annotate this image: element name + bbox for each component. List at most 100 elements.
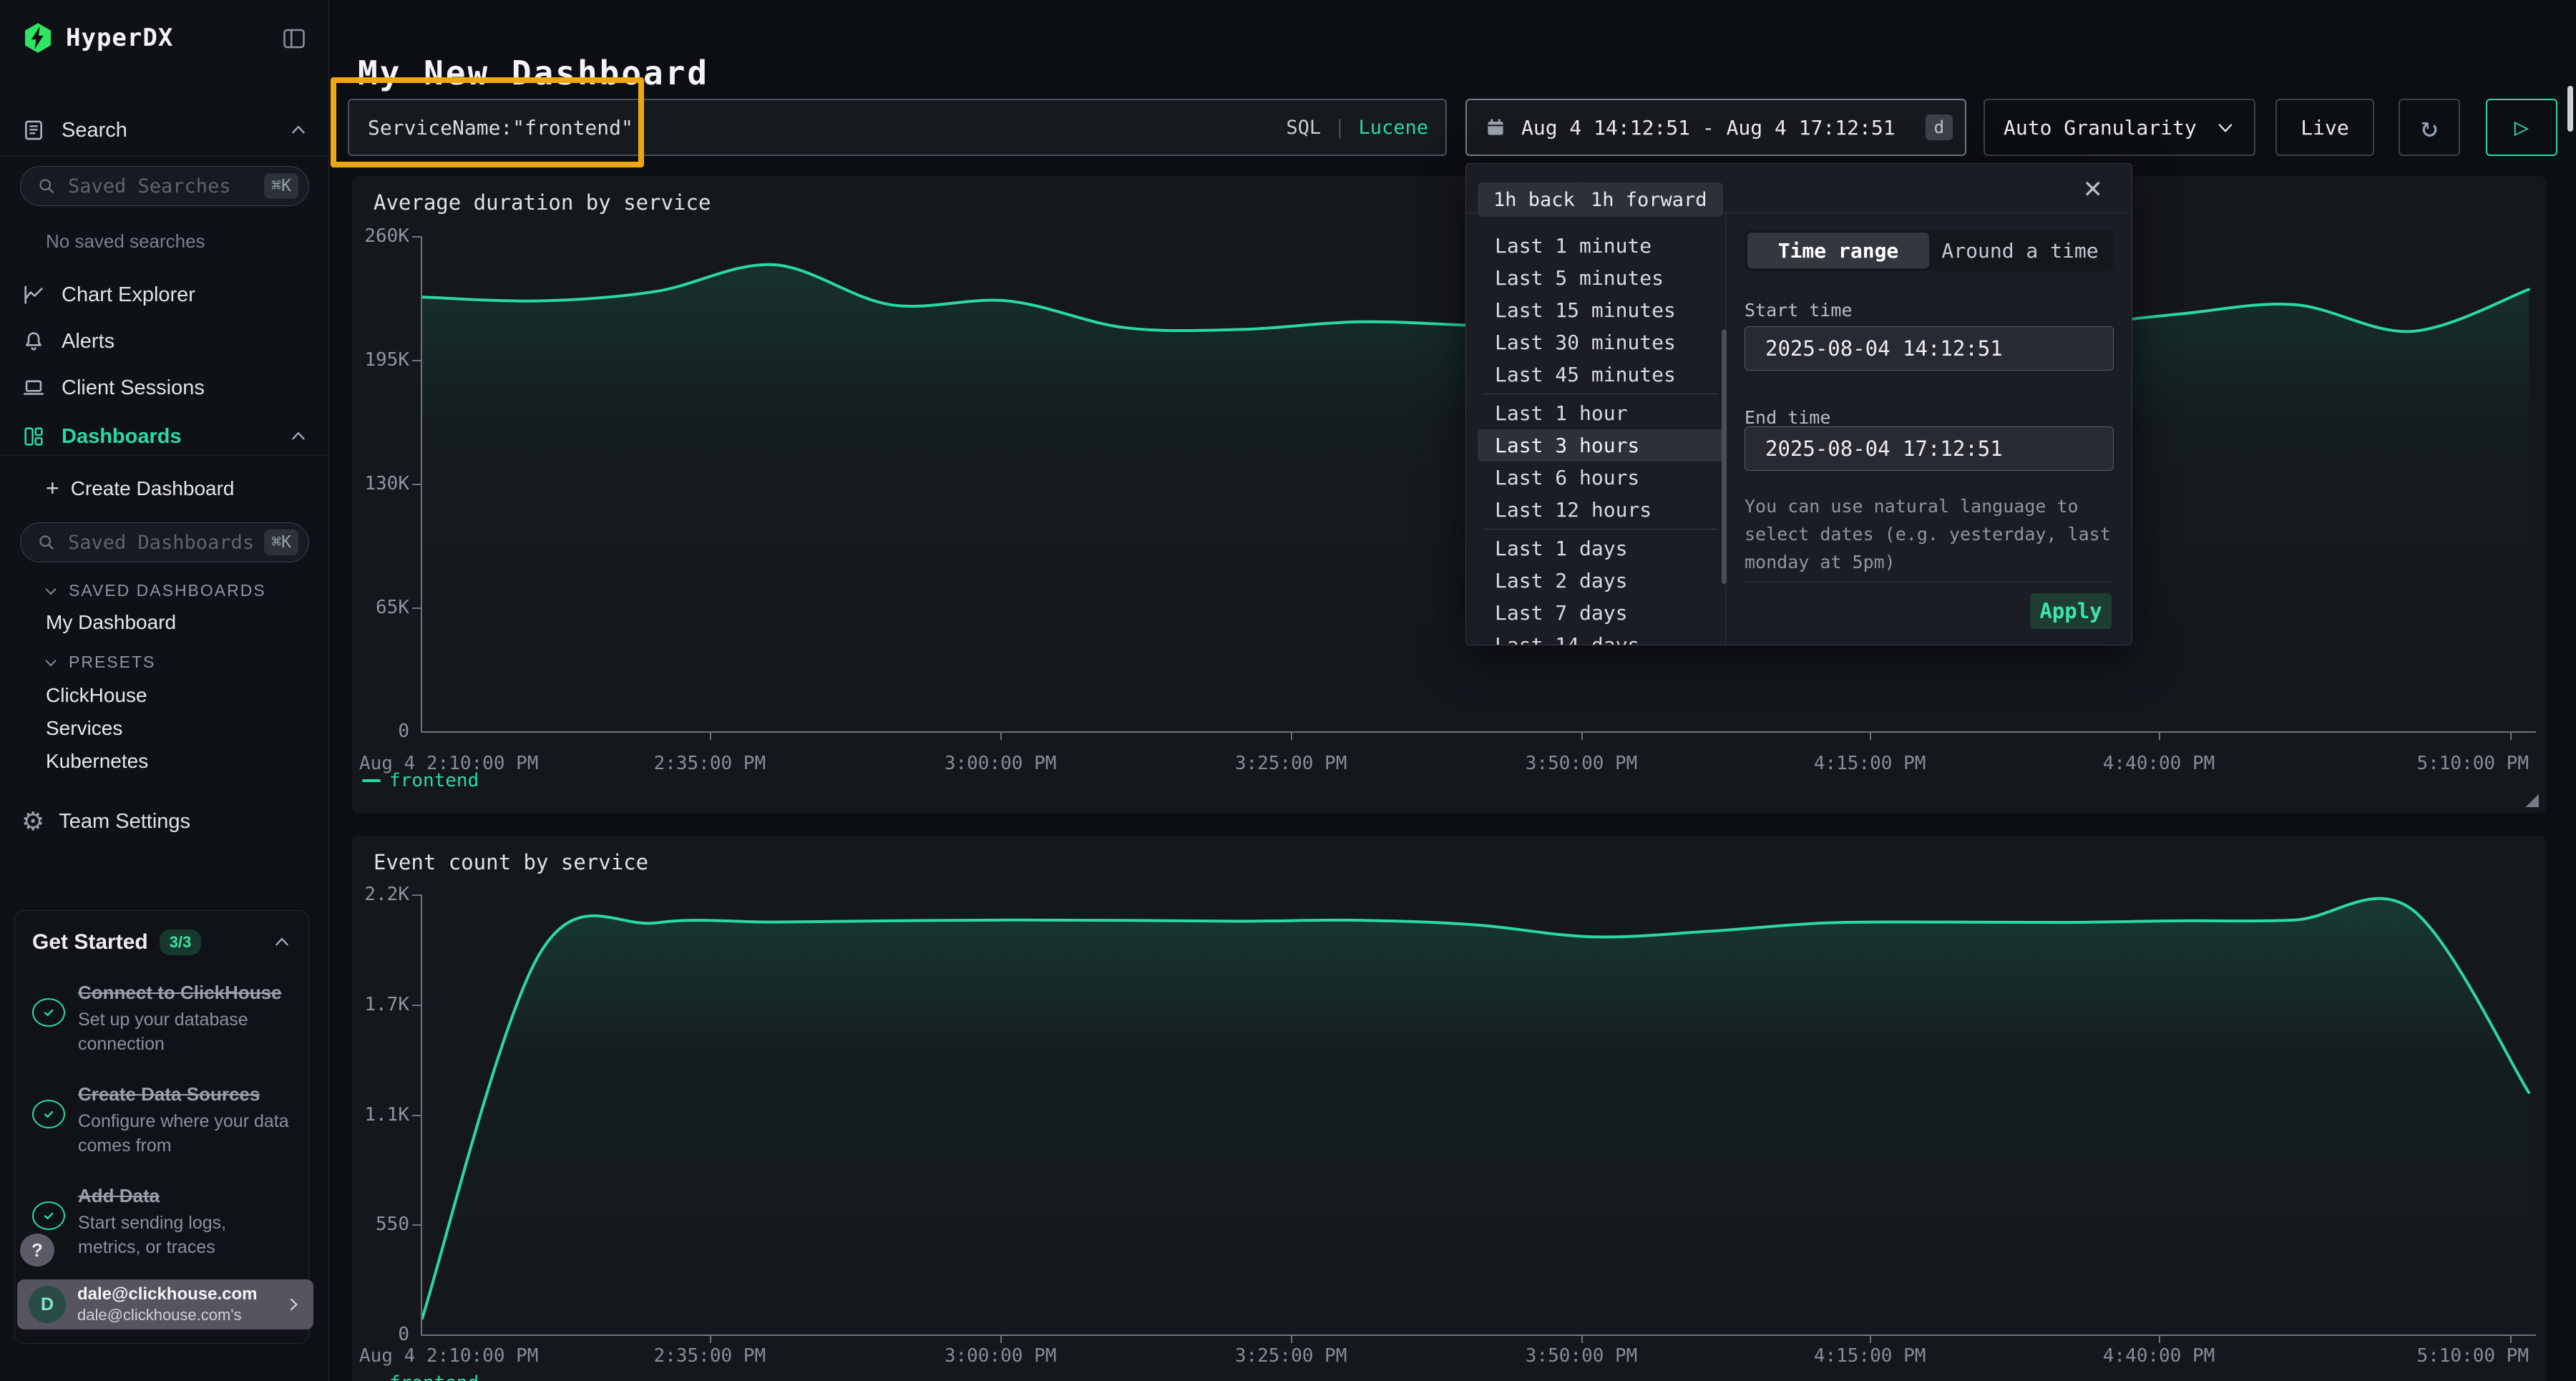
- help-button[interactable]: ?: [20, 1234, 54, 1267]
- group-header-presets[interactable]: PRESETS: [43, 653, 155, 672]
- group-header-label: SAVED DASHBOARDS: [69, 581, 266, 600]
- live-label: Live: [2301, 116, 2348, 140]
- laptop-icon: [21, 376, 46, 400]
- chart-explorer-icon: [21, 283, 46, 307]
- y-tick-label: 195K: [364, 349, 409, 371]
- x-tick-label: 5:10:00 PM: [2416, 1345, 2529, 1367]
- list-scrollbar-thumb[interactable]: [1722, 329, 1727, 584]
- time-preset-option[interactable]: Last 5 minutes: [1478, 262, 1724, 294]
- time-preset-option[interactable]: Last 14 days: [1478, 629, 1724, 645]
- x-tick-label: 2:35:00 PM: [654, 1345, 766, 1367]
- sidebar-item-client-sessions[interactable]: Client Sessions: [21, 371, 308, 405]
- hyperdx-logo-icon: [21, 21, 54, 54]
- refresh-button[interactable]: ↻: [2399, 99, 2460, 156]
- lucene-toggle[interactable]: Lucene: [1358, 117, 1428, 139]
- sidebar-item-services[interactable]: Services: [46, 717, 122, 740]
- chart-legend[interactable]: frontend: [362, 1372, 479, 1381]
- x-tick-label: 3:50:00 PM: [1526, 1345, 1638, 1367]
- tab-around-a-time[interactable]: Around a time: [1929, 233, 2111, 268]
- start-time-input[interactable]: [1745, 326, 2114, 371]
- get-started-title: Get Started: [32, 930, 148, 955]
- sql-toggle[interactable]: SQL: [1286, 117, 1321, 139]
- time-preset-option[interactable]: Last 15 minutes: [1478, 294, 1724, 326]
- sidebar-item-label: Search: [62, 119, 127, 142]
- panel-resize-grip[interactable]: ◢: [2526, 791, 2539, 809]
- get-started-item[interactable]: Create Data Sources Configure where your…: [32, 1081, 291, 1158]
- tab-time-range[interactable]: Time range: [1747, 233, 1929, 268]
- live-button[interactable]: Live: [2275, 99, 2374, 156]
- axis-tick: [1581, 731, 1583, 740]
- time-picker-tabs: Time range Around a time: [1745, 230, 2114, 271]
- time-preset-option[interactable]: Last 1 minute: [1478, 230, 1724, 262]
- time-preset-option[interactable]: Last 45 minutes: [1478, 358, 1724, 391]
- sidebar-item-team-settings[interactable]: ⚙ Team Settings: [21, 809, 190, 834]
- axis-tick: [412, 1005, 421, 1006]
- get-started-item[interactable]: Connect to ClickHouse Set up your databa…: [32, 980, 291, 1057]
- app-logo-text: HyperDX: [66, 24, 173, 52]
- get-started-item[interactable]: Add Data Start sending logs, metrics, or…: [32, 1183, 291, 1260]
- granularity-select[interactable]: Auto Granularity: [1984, 99, 2255, 156]
- search-journal-icon: [21, 118, 46, 142]
- time-preset-option[interactable]: Last 12 hours: [1478, 494, 1724, 526]
- x-tick-label: 4:15:00 PM: [1814, 1345, 1926, 1367]
- sidebar-item-search[interactable]: Search: [21, 113, 308, 147]
- time-range-input[interactable]: Aug 4 14:12:51 - Aug 4 17:12:51 d: [1465, 99, 1966, 156]
- sidebar-item-label: Client Sessions: [62, 376, 205, 400]
- sidebar-collapse-icon[interactable]: [280, 26, 308, 52]
- y-tick-label: 1.7K: [364, 994, 409, 1015]
- group-header-saved-dashboards[interactable]: SAVED DASHBOARDS: [43, 581, 266, 600]
- sidebar-item-chart-explorer[interactable]: Chart Explorer: [21, 278, 308, 312]
- chart-panel-avg-duration[interactable]: Average duration by service 260K: [352, 176, 2546, 813]
- sidebar-item-my-dashboard[interactable]: My Dashboard: [46, 611, 176, 634]
- time-preset-option[interactable]: Last 7 days: [1478, 597, 1724, 629]
- user-menu[interactable]: D dale@clickhouse.com dale@clickhouse.co…: [17, 1279, 313, 1329]
- get-started-item-desc: Configure where your data comes from: [78, 1110, 291, 1158]
- axis-tick: [1870, 731, 1871, 740]
- time-preset-option[interactable]: Last 30 minutes: [1478, 326, 1724, 358]
- apply-button[interactable]: Apply: [2030, 593, 2112, 629]
- sidebar-item-dashboards[interactable]: Dashboards: [21, 419, 308, 454]
- no-saved-searches-text: No saved searches: [46, 230, 205, 253]
- time-preset-option[interactable]: Last 1 days: [1478, 532, 1724, 565]
- time-preset-option[interactable]: Last 2 days: [1478, 565, 1724, 597]
- end-time-input[interactable]: [1745, 426, 2114, 471]
- filter-input[interactable]: [366, 115, 1273, 140]
- chevron-down-icon: [43, 655, 59, 670]
- chevron-up-icon[interactable]: [273, 933, 291, 952]
- sidebar-item-clickhouse[interactable]: ClickHouse: [46, 684, 147, 707]
- time-range-value: Aug 4 14:12:51 - Aug 4 17:12:51: [1521, 116, 1896, 140]
- time-preset-option[interactable]: Last 1 hour: [1478, 397, 1724, 429]
- y-tick-label: 260K: [364, 225, 409, 247]
- chart-panel-event-count[interactable]: Event count by service 2.2K 1.: [352, 836, 2546, 1381]
- create-dashboard-label: Create Dashboard: [71, 477, 235, 500]
- axis-tick: [412, 607, 421, 609]
- app-logo[interactable]: HyperDX: [21, 21, 173, 54]
- x-tick-label: 4:40:00 PM: [2103, 753, 2215, 774]
- chart-legend[interactable]: frontend: [362, 770, 479, 791]
- chevron-up-icon: [289, 427, 308, 446]
- shortcut-badge-d: d: [1926, 114, 1953, 140]
- time-preset-option[interactable]: Last 6 hours: [1478, 462, 1724, 494]
- y-tick-label: 1.1K: [364, 1104, 409, 1126]
- x-tick-label: 3:00:00 PM: [945, 1345, 1057, 1367]
- run-query-button[interactable]: ▷: [2486, 99, 2557, 156]
- start-time-label: Start time: [1745, 300, 1853, 321]
- shift-1h-back-button[interactable]: 1h back: [1478, 182, 1591, 217]
- page-scrollbar-thumb[interactable]: [2567, 86, 2573, 132]
- saved-dashboards-search[interactable]: ⌘K: [20, 522, 309, 562]
- time-preset-option-selected[interactable]: Last 3 hours: [1478, 429, 1724, 462]
- legend-line-swatch: [362, 779, 381, 782]
- close-icon[interactable]: ✕: [2083, 175, 2104, 204]
- saved-searches-input[interactable]: [67, 175, 254, 198]
- legend-label: frontend: [389, 770, 479, 791]
- legend-label: frontend: [389, 1372, 479, 1381]
- sidebar-item-alerts[interactable]: Alerts: [21, 324, 308, 358]
- shift-1h-forward-button[interactable]: 1h forward: [1575, 182, 1723, 217]
- get-started-progress-badge: 3/3: [160, 929, 202, 955]
- create-dashboard-button[interactable]: + Create Dashboard: [46, 475, 235, 502]
- sidebar-item-kubernetes[interactable]: Kubernetes: [46, 750, 148, 773]
- get-started-item-title: Add Data: [78, 1183, 291, 1209]
- sidebar-item-label: Chart Explorer: [62, 283, 195, 307]
- saved-dashboards-input[interactable]: [67, 531, 254, 555]
- saved-searches-search[interactable]: ⌘K: [20, 166, 309, 206]
